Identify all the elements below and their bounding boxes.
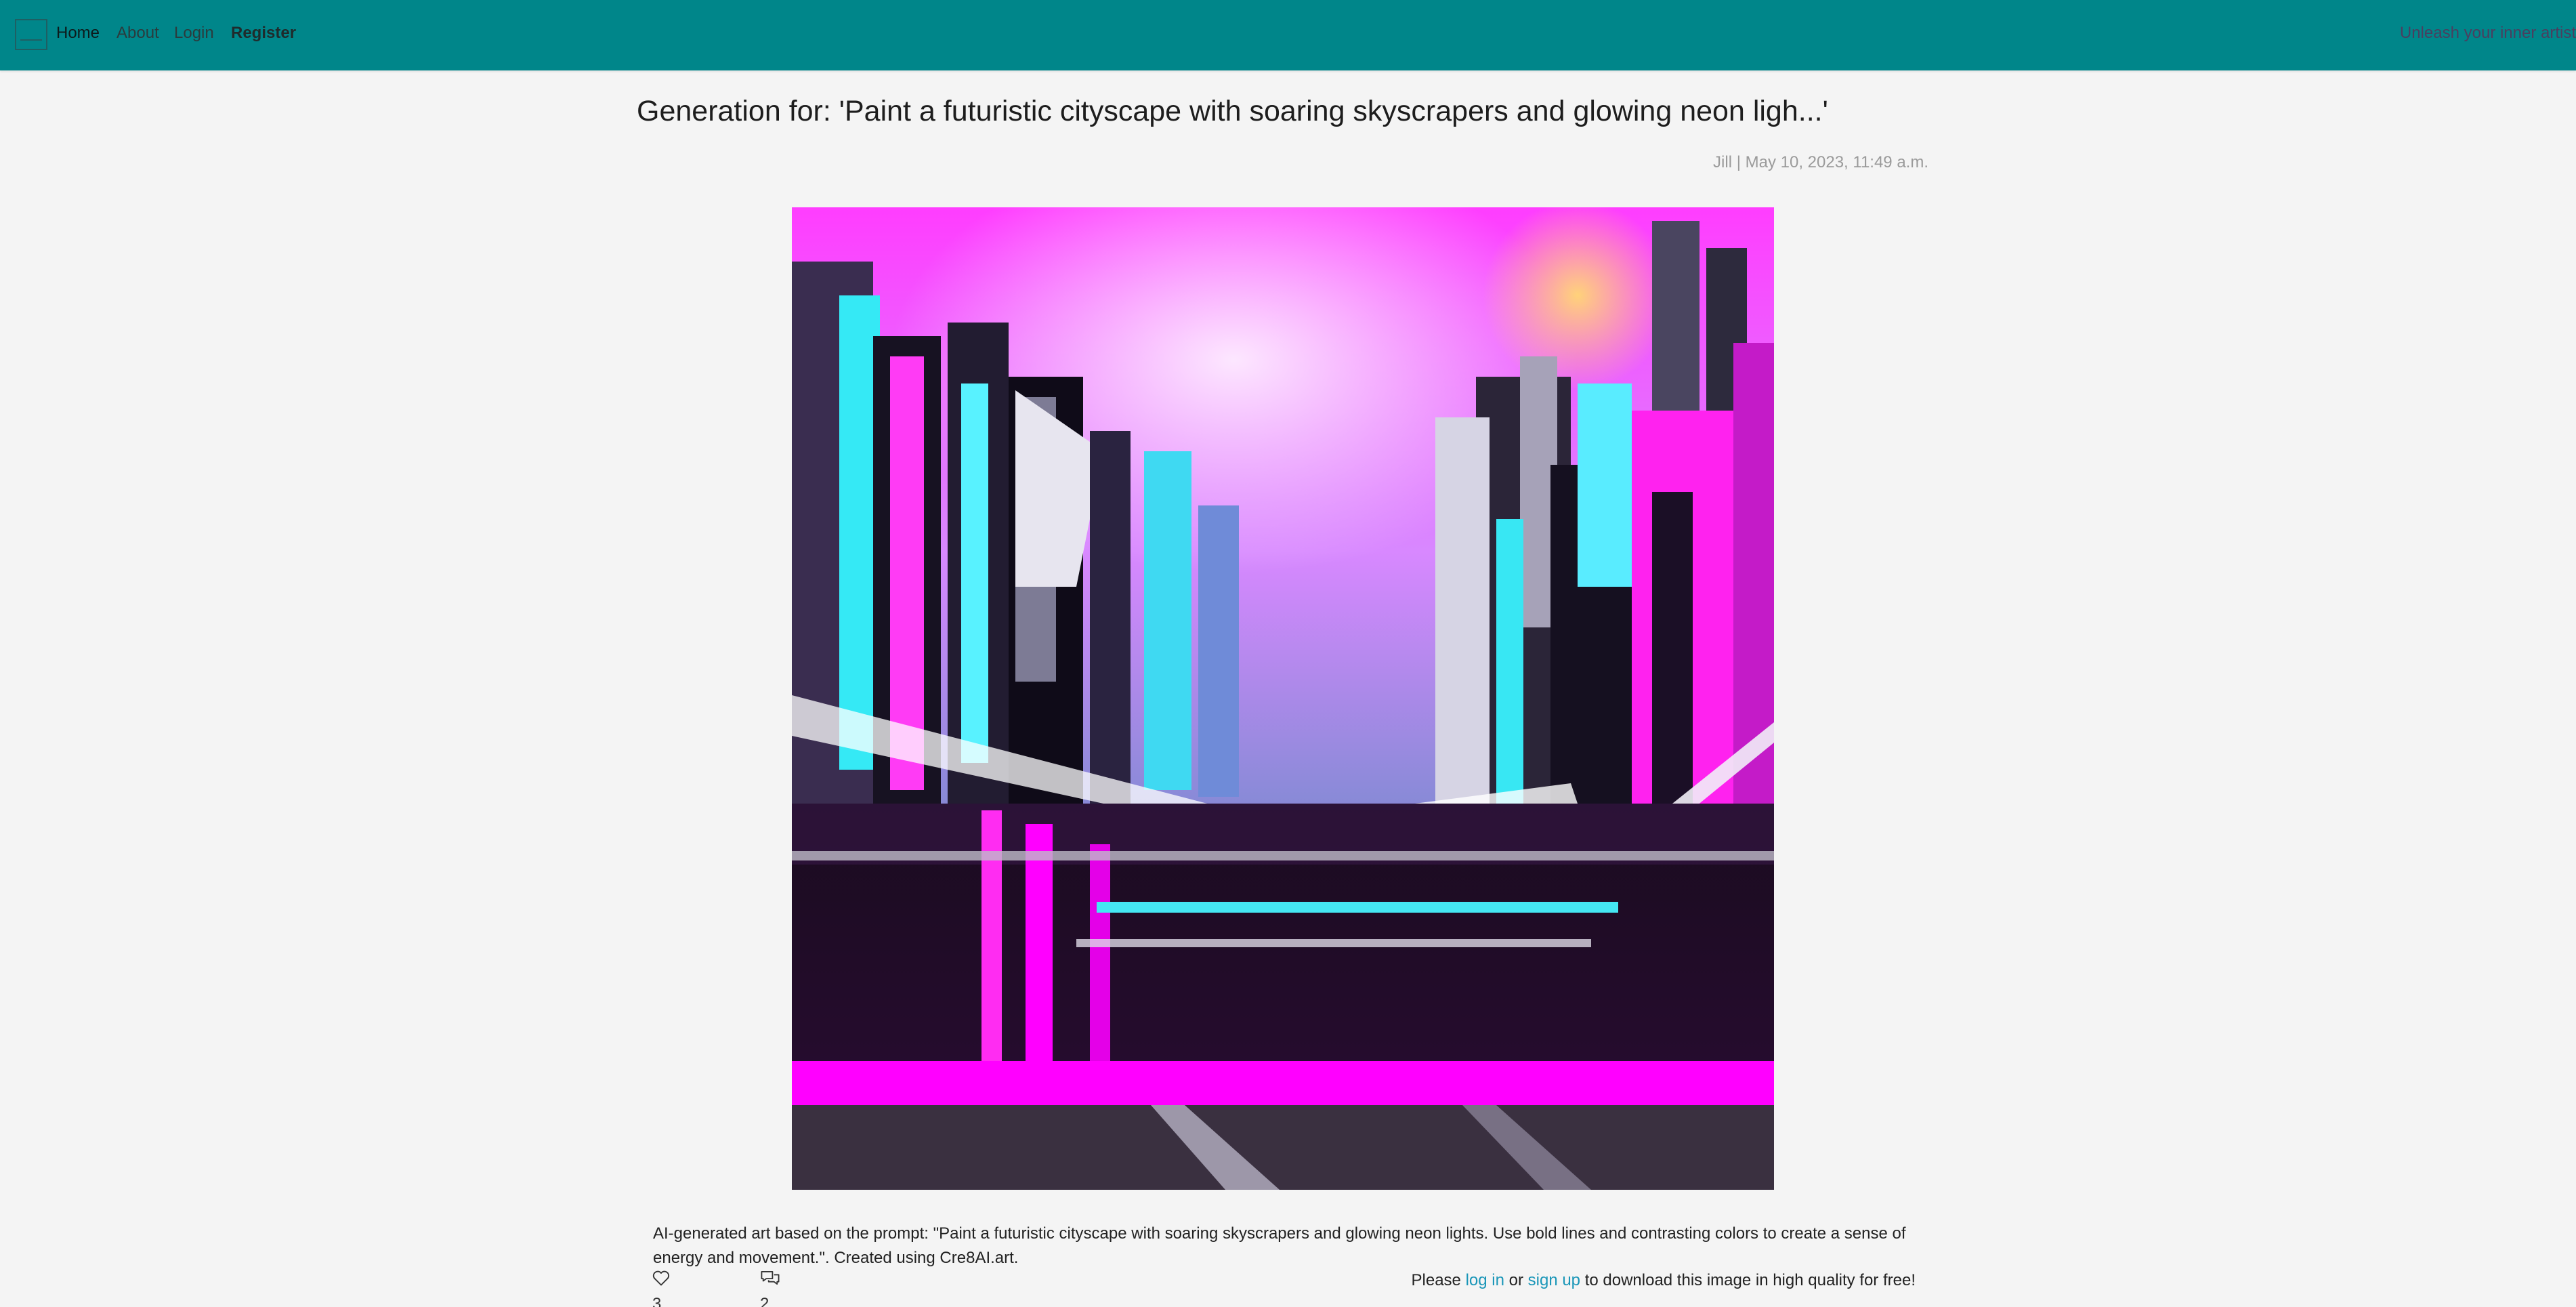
like-count: 3 — [652, 1295, 662, 1307]
generated-artwork[interactable] — [792, 207, 1774, 1190]
image-icon[interactable] — [15, 19, 47, 50]
signup-link[interactable]: sign up — [1528, 1271, 1580, 1289]
download-note-middle: or — [1508, 1271, 1523, 1289]
nav-home[interactable]: Home — [56, 23, 100, 43]
download-note-suffix: to download this image in high quality f… — [1584, 1271, 1916, 1289]
author-date: Jill | May 10, 2023, 11:49 a.m. — [1713, 153, 1928, 171]
artwork-description: AI-generated art based on the prompt: "P… — [653, 1224, 1906, 1267]
comment-count: 2 — [760, 1295, 769, 1307]
like-button[interactable]: 3 — [652, 1269, 679, 1307]
nav-register[interactable]: Register — [231, 23, 296, 43]
page-title: Generation for: 'Paint a futuristic city… — [637, 95, 1828, 127]
comment-icon — [761, 1270, 780, 1285]
site-tagline: Unleash your inner artist — [2399, 24, 2576, 42]
nav-about[interactable]: About — [117, 23, 159, 43]
login-link[interactable]: log in — [1466, 1271, 1504, 1289]
download-note: Please log in or sign up to download thi… — [1412, 1271, 1916, 1290]
navbar: Home About Login Register Unleash your i… — [0, 0, 2576, 70]
download-note-prefix: Please — [1411, 1271, 1461, 1289]
comment-button[interactable]: 2 — [759, 1269, 786, 1307]
nav-login[interactable]: Login — [174, 23, 214, 43]
heart-icon — [652, 1270, 670, 1286]
